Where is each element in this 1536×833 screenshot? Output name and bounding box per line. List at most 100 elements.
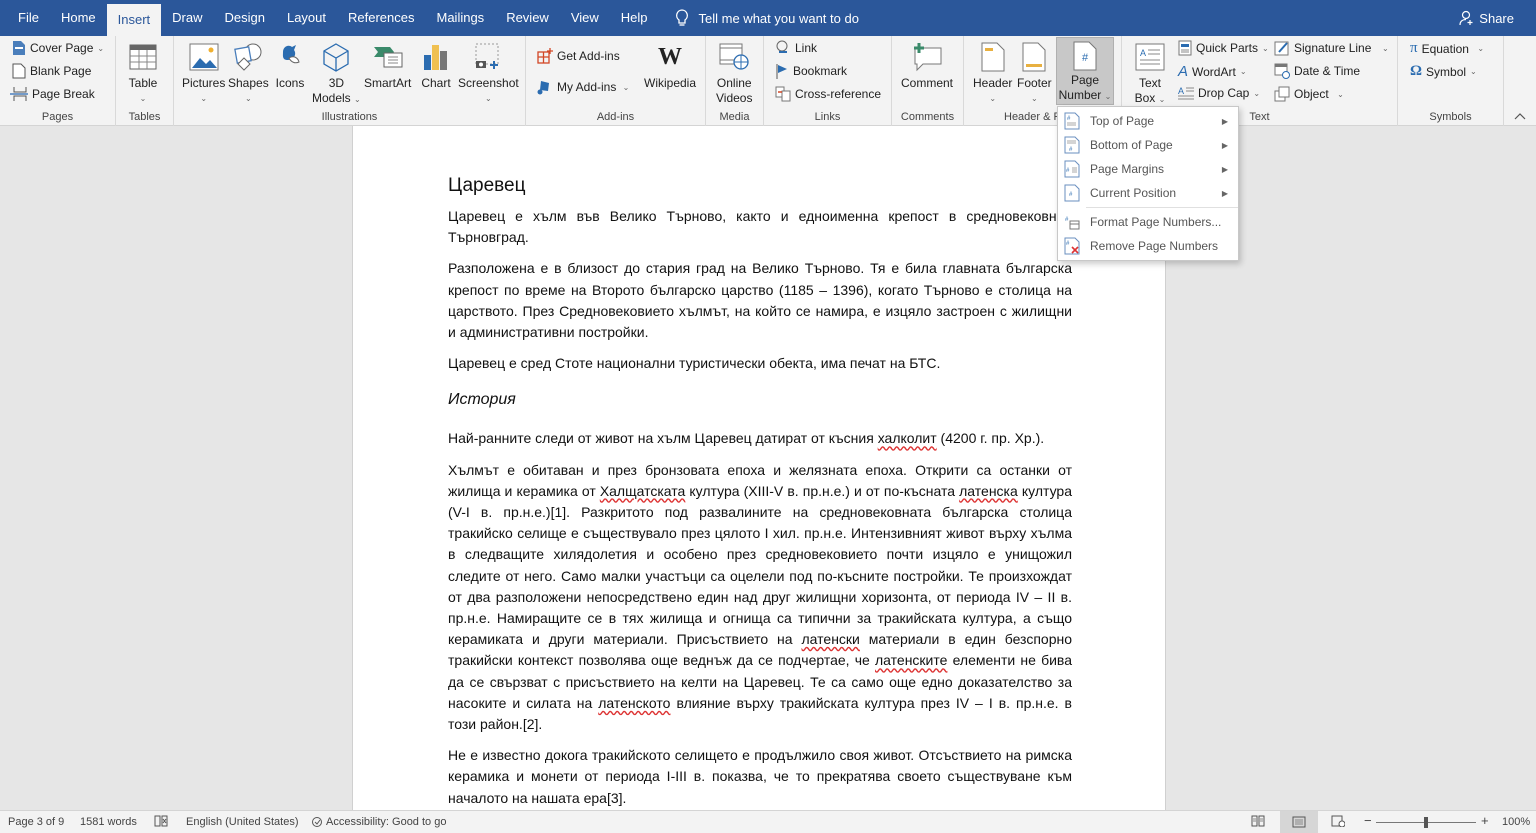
comment-button[interactable]: Comment: [901, 40, 953, 91]
footer-icon: [1022, 42, 1046, 72]
cover-page-button[interactable]: Cover Page ⌄: [12, 40, 104, 56]
chart-button[interactable]: Chart: [420, 40, 452, 91]
read-mode-icon[interactable]: [1251, 815, 1265, 830]
object-button[interactable]: Object ⌄: [1274, 86, 1344, 102]
group-label-pages: Pages: [41, 111, 74, 123]
format-page-numbers-icon: #: [1065, 217, 1080, 230]
date-time-button[interactable]: Date & Time: [1274, 63, 1360, 79]
signature-line-button[interactable]: Signature Line ⌄: [1274, 40, 1389, 56]
text-box-button[interactable]: A Text Box ⌄: [1134, 40, 1166, 107]
page-break-button[interactable]: Page Break: [10, 86, 95, 102]
menu-item-top-of-page[interactable]: # Top of Page ▶: [1058, 109, 1238, 133]
table-button[interactable]: Table ⌄: [127, 40, 159, 106]
icons-button[interactable]: Icons: [274, 40, 306, 91]
cover-page-icon: [13, 41, 25, 55]
spelling-error[interactable]: латенското: [598, 695, 670, 711]
blank-page-button[interactable]: Blank Page: [12, 63, 91, 79]
zoom-out-button[interactable]: −: [1364, 813, 1372, 828]
document-area[interactable]: Царевец Царевец е хълм във Велико Търнов…: [0, 126, 1536, 810]
tab-design[interactable]: Design: [214, 0, 276, 36]
tell-me-search[interactable]: Tell me what you want to do: [675, 9, 859, 27]
cross-reference-icon: [775, 86, 791, 102]
tab-insert[interactable]: Insert: [106, 4, 162, 36]
page-number-icon: #: [1073, 41, 1097, 71]
tab-home[interactable]: Home: [50, 0, 107, 36]
bookmark-button[interactable]: Bookmark: [775, 63, 847, 79]
tab-mailings[interactable]: Mailings: [426, 0, 496, 36]
icons-icon: [282, 45, 300, 64]
menu-item-remove-page-numbers[interactable]: # Remove Page Numbers: [1058, 234, 1238, 258]
menu-item-bottom-of-page[interactable]: # Bottom of Page ▶: [1058, 133, 1238, 157]
wikipedia-icon: W: [658, 43, 683, 70]
screenshot-icon: [475, 43, 499, 69]
symbol-button[interactable]: Ω Symbol ⌄: [1410, 63, 1477, 80]
pictures-icon: [189, 43, 219, 71]
wordart-button[interactable]: A WordArt ⌄: [1178, 63, 1247, 80]
status-bar: Page 3 of 9 1581 words English (United S…: [0, 810, 1536, 833]
link-button[interactable]: Link: [775, 40, 817, 56]
svg-text:A: A: [1178, 86, 1184, 96]
zoom-in-button[interactable]: +: [1481, 813, 1489, 828]
word-count[interactable]: 1581 words: [80, 816, 137, 828]
3d-models-button[interactable]: 3D Models ⌄: [312, 40, 361, 107]
svg-text:A: A: [1140, 48, 1146, 58]
tab-file[interactable]: File: [0, 0, 50, 36]
spelling-error[interactable]: латенска: [959, 483, 1018, 499]
ribbon-tabs: File Home Insert Draw Design Layout Refe…: [0, 0, 859, 36]
ribbon-insert: Cover Page ⌄ Blank Page Page Break Pages …: [0, 36, 1536, 126]
language-indicator[interactable]: English (United States): [186, 816, 299, 828]
header-button[interactable]: Header ⌄: [973, 40, 1012, 106]
menu-item-current-position[interactable]: # Current Position ▶: [1058, 181, 1238, 205]
page-count[interactable]: Page 3 of 9: [8, 816, 64, 828]
cross-reference-button[interactable]: Cross-reference: [775, 86, 881, 102]
top-of-page-icon: #: [1064, 112, 1080, 130]
tab-review[interactable]: Review: [495, 0, 560, 36]
paragraph: Разположена е в близост до стария град н…: [448, 260, 1072, 341]
zoom-level[interactable]: 100%: [1502, 816, 1530, 828]
tab-help[interactable]: Help: [610, 0, 659, 36]
group-label-links: Links: [814, 111, 841, 123]
text-box-icon: A: [1135, 43, 1165, 71]
my-addins-icon: [537, 81, 549, 95]
drop-cap-button[interactable]: A Drop Cap ⌄: [1178, 86, 1260, 100]
quick-parts-icon: [1178, 40, 1192, 56]
footer-button[interactable]: Footer ⌄: [1017, 40, 1052, 106]
online-videos-button[interactable]: Online Videos: [716, 40, 752, 106]
shapes-button[interactable]: Shapes ⌄: [228, 40, 269, 106]
proofing-icon[interactable]: [154, 815, 168, 830]
tab-draw[interactable]: Draw: [161, 0, 213, 36]
share-button[interactable]: Share: [1459, 10, 1514, 26]
spelling-error[interactable]: латенски: [802, 631, 860, 647]
spelling-error[interactable]: халколит: [878, 430, 937, 446]
accessibility-checker[interactable]: Accessibility: Good to go: [310, 816, 446, 828]
screenshot-button[interactable]: Screenshot ⌄: [458, 40, 519, 106]
tab-references[interactable]: References: [337, 0, 425, 36]
spelling-error[interactable]: латенските: [875, 652, 947, 668]
document-content[interactable]: Царевец Царевец е хълм във Велико Търнов…: [448, 174, 1072, 810]
zoom-slider-thumb[interactable]: [1424, 817, 1428, 828]
group-tables: Table ⌄ Tables: [116, 36, 174, 126]
wikipedia-button[interactable]: W Wikipedia: [644, 40, 696, 91]
web-layout-icon[interactable]: [1331, 815, 1346, 830]
tab-layout[interactable]: Layout: [276, 0, 337, 36]
collapse-ribbon-button[interactable]: [1514, 111, 1526, 123]
shapes-icon: [234, 43, 262, 71]
group-label-comments: Comments: [900, 111, 955, 123]
print-layout-icon[interactable]: [1280, 811, 1318, 833]
pictures-button[interactable]: Pictures ⌄: [182, 40, 225, 106]
document-page[interactable]: Царевец Царевец е хълм във Велико Търнов…: [352, 126, 1166, 810]
tab-view[interactable]: View: [560, 0, 610, 36]
person-add-icon: [1459, 10, 1473, 26]
quick-parts-button[interactable]: Quick Parts ⌄: [1178, 40, 1269, 56]
my-addins-button[interactable]: My Add-ins ⌄: [537, 79, 629, 95]
smartart-button[interactable]: SmartArt: [364, 40, 411, 91]
equation-button[interactable]: π Equation ⌄: [1410, 40, 1484, 57]
menu-item-format-page-numbers[interactable]: # Format Page Numbers...: [1058, 210, 1238, 234]
svg-text:#: #: [1082, 52, 1089, 64]
page-number-button[interactable]: # Page Number ⌄: [1056, 37, 1114, 105]
menu-separator: [1086, 207, 1238, 208]
remove-page-numbers-icon: #: [1064, 237, 1080, 255]
get-addins-button[interactable]: Get Add-ins: [537, 48, 620, 64]
menu-item-page-margins[interactable]: # Page Margins ▶: [1058, 157, 1238, 181]
spelling-error[interactable]: Халщатската: [600, 483, 686, 499]
